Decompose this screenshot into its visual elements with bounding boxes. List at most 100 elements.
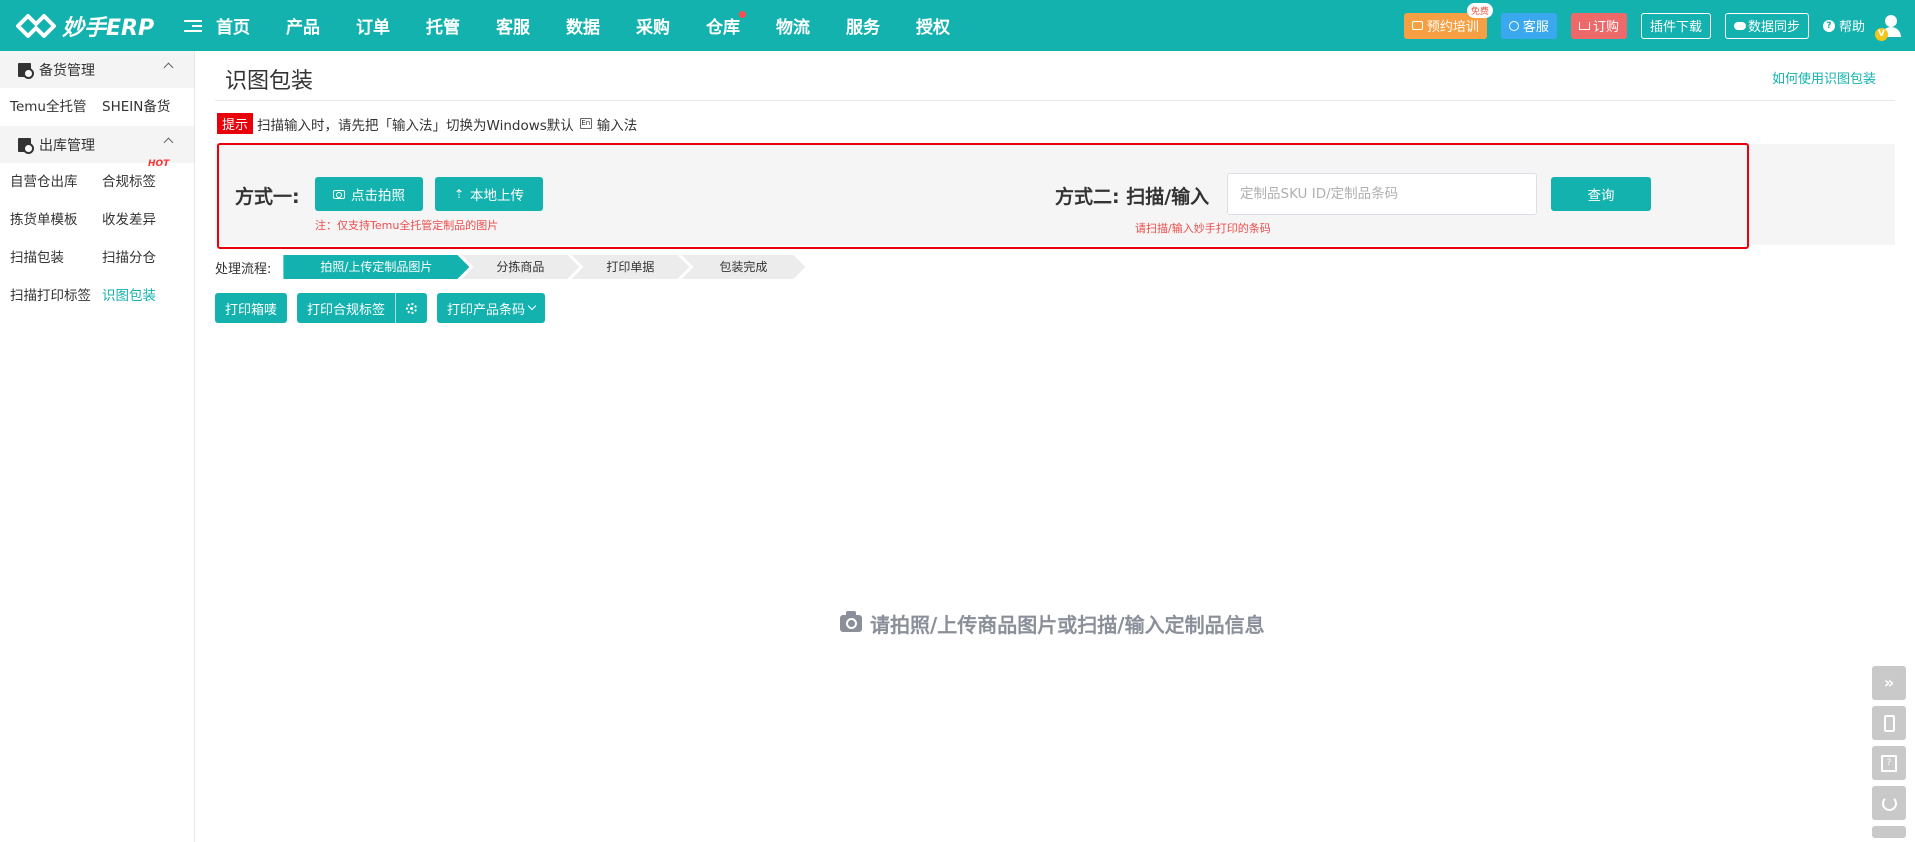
more-tool-button[interactable] (1872, 826, 1906, 838)
top-right-actions: 预约培训 免费 客服 订购 插件下载 数据同步 ? 帮助 V (1403, 0, 1915, 51)
nav-warehouse-label: 仓库 (706, 18, 740, 38)
tip-text: 扫描输入时，请先把「输入法」切换为Windows默认 (257, 117, 574, 134)
chat-icon (1411, 21, 1423, 30)
order-button[interactable]: 订购 (1570, 12, 1627, 39)
nav-hosting[interactable]: 托管 (426, 13, 460, 38)
question-icon: ? (1822, 19, 1835, 32)
service-label: 客服 (1522, 20, 1549, 35)
sidebar-item-compliance-label[interactable]: 合规标签 HOT (102, 159, 194, 201)
local-upload-label: 本地上传 (470, 188, 525, 204)
sidebar-group-outbound-items: 自营仓出库 合规标签 HOT 拣货单模板 收发差异 扫描包装 扫描分仓 扫描打印… (0, 159, 194, 315)
tip-tag: 提示 (217, 113, 254, 134)
user-avatar[interactable]: V (1875, 13, 1903, 41)
training-button[interactable]: 预约培训 免费 (1403, 2, 1493, 39)
hot-badge: HOT (148, 159, 170, 169)
process-flow: 处理流程: 拍照/上传定制品图片 分拣商品 打印单据 包装完成 (215, 255, 807, 279)
print-barcode-dropdown[interactable]: 打印产品条码 (437, 293, 546, 323)
nav-customer-service[interactable]: 客服 (496, 13, 530, 38)
training-label: 预约培训 (1426, 20, 1479, 35)
plugin-download-button[interactable]: 插件下载 (1640, 12, 1711, 39)
flow-step-sort: 分拣商品 (461, 255, 579, 279)
flow-step-photo: 拍照/上传定制品图片 (283, 255, 469, 279)
phone-icon (1883, 714, 1895, 732)
help-link[interactable]: ? 帮助 (1822, 16, 1865, 35)
nav-products[interactable]: 产品 (286, 13, 320, 38)
double-chevron-right-icon: » (1883, 673, 1895, 692)
mobile-button[interactable] (1872, 706, 1906, 740)
top-navbar: 妙手ERP 首页 产品 订单 托管 客服 数据 采购 仓库 物流 服务 授权 预… (0, 0, 1915, 51)
data-sync-label: 数据同步 (1747, 20, 1800, 35)
method2-note: 请扫描/输入妙手打印的条码 (1135, 222, 1271, 235)
sidebar-item-scan-split[interactable]: 扫描分仓 (102, 239, 194, 277)
local-upload-button[interactable]: ⇡ 本地上传 (435, 177, 543, 211)
query-button[interactable]: 查询 (1551, 177, 1651, 211)
help-label: 帮助 (1838, 20, 1865, 35)
cloud-icon (1733, 21, 1746, 30)
sidebar-item-shein-stock[interactable]: SHEIN备货 (102, 88, 194, 126)
print-barcode-label: 打印产品条码 (447, 302, 526, 318)
document-icon (18, 137, 34, 154)
logo[interactable]: 妙手ERP (14, 9, 164, 43)
empty-state: 请拍照/上传商品图片或扫描/输入定制品信息 (840, 609, 1265, 638)
flow-step-done: 包装完成 (681, 255, 805, 279)
sidebar-group-label: 出库管理 (39, 137, 95, 154)
nav-logistics[interactable]: 物流 (776, 13, 810, 38)
menu-toggle-icon[interactable] (184, 19, 202, 32)
sku-search-input[interactable] (1227, 173, 1537, 215)
empty-state-text: 请拍照/上传商品图片或扫描/输入定制品信息 (870, 613, 1265, 637)
print-box-mark-label: 打印箱唛 (225, 302, 278, 318)
nav-services[interactable]: 服务 (846, 13, 880, 38)
refresh-icon (1881, 795, 1897, 811)
camera-icon (333, 189, 345, 199)
sidebar: 备货管理 Temu全托管 SHEIN备货 出库管理 自营仓出库 合规标签 HOT… (0, 51, 195, 842)
tip-text-2: 输入法 (596, 117, 638, 134)
sidebar-item-scan-pack[interactable]: 扫描包装 (10, 239, 102, 277)
headset-icon (1508, 20, 1519, 31)
service-button[interactable]: 客服 (1500, 12, 1557, 39)
main-nav: 首页 产品 订单 托管 客服 数据 采购 仓库 物流 服务 授权 (216, 11, 986, 38)
sidebar-group-stock[interactable]: 备货管理 (0, 51, 194, 88)
nav-orders[interactable]: 订单 (356, 13, 390, 38)
chevron-up-icon (163, 137, 174, 148)
sidebar-item-label: 合规标签 (102, 174, 156, 190)
refresh-button[interactable] (1872, 786, 1906, 820)
nav-home[interactable]: 首页 (216, 13, 250, 38)
sidebar-item-self-warehouse-out[interactable]: 自营仓出库 (10, 163, 102, 201)
how-to-use-link[interactable]: 如何使用识图包装 (1772, 68, 1876, 87)
sidebar-item-temu-hosting[interactable]: Temu全托管 (10, 88, 102, 126)
free-badge: 免费 (1466, 2, 1493, 18)
sidebar-group-label: 备货管理 (39, 62, 95, 79)
take-photo-button[interactable]: 点击拍照 (315, 177, 423, 211)
nav-data[interactable]: 数据 (566, 13, 600, 38)
page-title: 识图包装 (225, 69, 314, 94)
sidebar-item-shipping-diff[interactable]: 收发差异 (102, 201, 194, 239)
sidebar-item-scan-print-label[interactable]: 扫描打印标签 (10, 277, 102, 315)
chevron-up-icon (163, 62, 174, 73)
method1-label: 方式一: (235, 186, 300, 208)
upload-icon: ⇡ (453, 187, 465, 201)
help-book-icon: ? (1881, 754, 1897, 772)
flow-label: 处理流程: (215, 261, 272, 277)
nav-purchase[interactable]: 采购 (636, 13, 670, 38)
sidebar-item-picking-template[interactable]: 拣货单模板 (10, 201, 102, 239)
nav-authorization[interactable]: 授权 (916, 13, 950, 38)
guide-button[interactable]: ? (1872, 746, 1906, 780)
method1-note: 注：仅支持Temu全托管定制品的图片 (315, 219, 499, 232)
keyboard-icon: En (579, 118, 592, 129)
print-compliance-label-group: 打印合规标签 (297, 293, 428, 323)
logo-mark-icon (14, 9, 58, 43)
nav-warehouse[interactable]: 仓库 (706, 11, 746, 38)
camera-icon (840, 611, 862, 632)
print-compliance-label-button[interactable]: 打印合规标签 (297, 293, 395, 323)
data-sync-button[interactable]: 数据同步 (1724, 12, 1809, 39)
order-label: 订购 (1592, 20, 1619, 35)
gear-icon (406, 302, 418, 314)
logo-text: 妙手ERP (62, 15, 155, 41)
expand-button[interactable]: » (1872, 666, 1906, 700)
sidebar-item-image-pack[interactable]: 识图包装 (102, 277, 194, 315)
print-box-mark-button[interactable]: 打印箱唛 (215, 293, 288, 323)
sidebar-group-stock-items: Temu全托管 SHEIN备货 (0, 88, 194, 126)
notification-dot (739, 11, 746, 18)
floating-toolbar: » ? (1872, 666, 1906, 838)
compliance-settings-button[interactable] (396, 293, 427, 323)
